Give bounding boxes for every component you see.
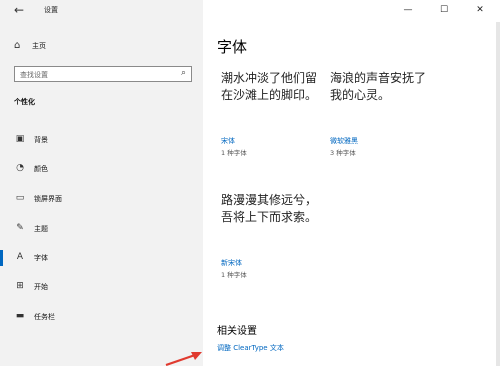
related-settings-heading: 相关设置 [217,326,257,337]
sidebar-item-themes[interactable]: ✎ 主题 [0,220,203,238]
main-panel: — ☐ ✕ 字体 潮水冲淡了他们留在沙滩上的脚印。 宋体 1 种字体 海浪的声音… [203,0,500,366]
font-preview-nsimsun[interactable]: 路漫漫其修远兮，吾将上下而求索。 [221,192,321,226]
taskbar-icon: ▬ [15,311,25,321]
back-arrow-icon[interactable]: ← [14,3,28,17]
annotation-arrow-icon [165,352,202,366]
sidebar-item-background[interactable]: ▣ 背景 [0,131,203,149]
font-count: 3 种字体 [330,149,356,157]
page-title: 字体 [217,38,248,56]
font-preview-songti[interactable]: 潮水冲淡了他们留在沙滩上的脚印。 [221,70,321,104]
section-heading: 个性化 [14,98,35,106]
font-name[interactable]: 微软雅黑 [330,136,358,146]
maximize-icon[interactable]: ☐ [426,0,462,22]
home-icon: ⌂ [14,40,21,51]
sidebar-item-label: 颜色 [34,165,48,173]
home-label: 主页 [32,42,46,50]
title-bar: ← 设置 [0,0,203,22]
settings-window: ← 设置 ⌂ 主页 查找设置 ⌕ 个性化 ▣ 背景 ◔ 颜色 ▭ 锁屏界面 ✎ … [0,0,500,366]
sidebar-item-label: 开始 [34,283,48,291]
app-title: 设置 [44,6,58,14]
font-preview-yahei[interactable]: 海浪的声音安抚了我的心灵。 [330,70,430,104]
font-name[interactable]: 新宋体 [221,258,242,268]
cleartype-link[interactable]: 调整 ClearType 文本 [217,343,284,353]
font-count: 1 种字体 [221,271,247,279]
font-icon: A [16,252,24,262]
close-icon[interactable]: ✕ [462,0,498,22]
font-count: 1 种字体 [221,149,247,157]
active-indicator [0,250,3,266]
sidebar: ← 设置 ⌂ 主页 查找设置 ⌕ 个性化 ▣ 背景 ◔ 颜色 ▭ 锁屏界面 ✎ … [0,0,203,366]
minimize-icon[interactable]: — [390,0,426,22]
search-placeholder: 查找设置 [20,71,48,79]
image-icon: ▣ [15,134,25,144]
sidebar-item-label: 字体 [34,254,48,262]
search-icon[interactable]: ⌕ [181,68,186,78]
sidebar-item-taskbar[interactable]: ▬ 任务栏 [0,308,203,326]
sidebar-item-label: 锁屏界面 [34,195,62,203]
font-name[interactable]: 宋体 [221,136,235,146]
start-icon: ⊞ [16,281,24,291]
sidebar-item-lock-screen[interactable]: ▭ 锁屏界面 [0,190,203,208]
sidebar-item-start[interactable]: ⊞ 开始 [0,278,203,296]
brush-icon: ✎ [16,223,24,233]
window-controls: — ☐ ✕ [390,0,500,22]
sidebar-item-label: 背景 [34,136,48,144]
scrollbar[interactable] [496,22,500,366]
palette-icon: ◔ [16,163,24,173]
sidebar-item-label: 主题 [34,225,48,233]
search-input[interactable]: 查找设置 ⌕ [14,66,192,82]
sidebar-item-label: 任务栏 [34,313,55,321]
monitor-icon: ▭ [15,193,25,203]
sidebar-item-fonts[interactable]: A 字体 [0,249,203,267]
sidebar-item-colors[interactable]: ◔ 颜色 [0,160,203,178]
